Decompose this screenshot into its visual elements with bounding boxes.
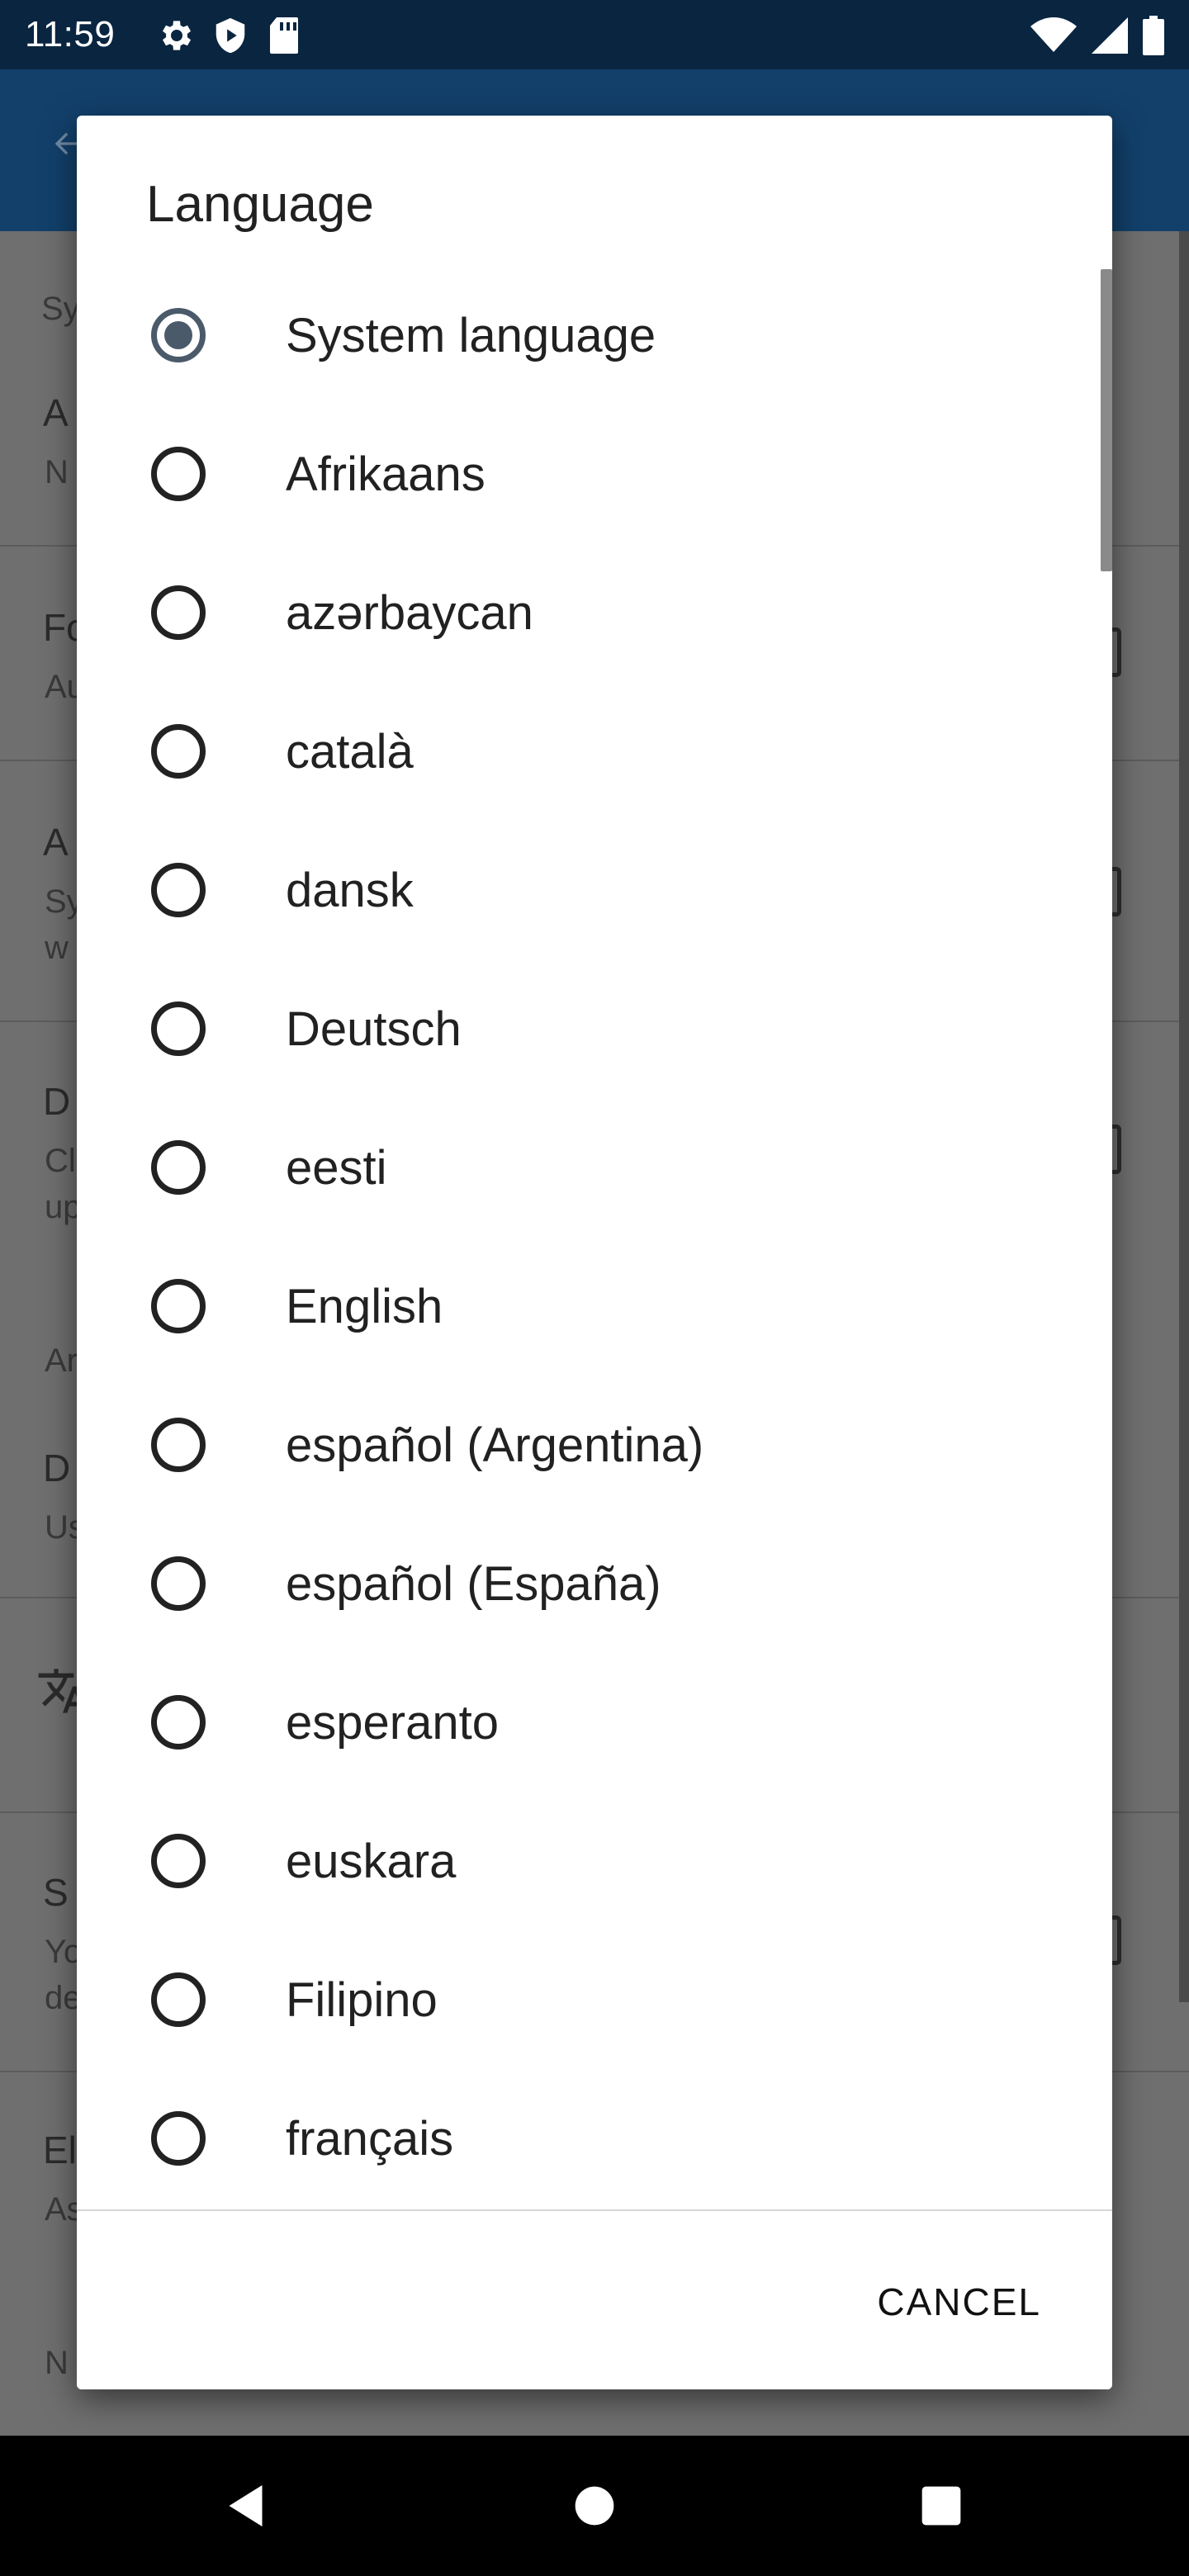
language-option-label: català — [286, 725, 414, 779]
background-scrollbar — [1179, 231, 1189, 2002]
language-option-catalan[interactable]: català — [77, 682, 1112, 821]
language-option-label: System language — [286, 309, 656, 362]
home-icon[interactable] — [537, 2436, 652, 2576]
radio-checked-icon[interactable] — [151, 308, 206, 362]
language-option-afrikaans[interactable]: Afrikaans — [77, 405, 1112, 543]
radio-unchecked-icon[interactable] — [151, 585, 206, 640]
bg-text: N — [45, 454, 69, 490]
bg-text: de — [45, 1980, 82, 2016]
radio-unchecked-icon[interactable] — [151, 863, 206, 917]
bg-text: El — [43, 2129, 77, 2171]
language-option-label: esperanto — [286, 1696, 499, 1750]
bg-text: S — [43, 1871, 69, 1914]
bg-text: up — [45, 1189, 82, 1225]
language-option-spanish-spain[interactable]: español (España) — [77, 1514, 1112, 1653]
settings-icon — [155, 16, 195, 55]
language-option-esperanto[interactable]: esperanto — [77, 1653, 1112, 1792]
battery-icon — [1143, 16, 1164, 55]
dialog-footer: CANCEL — [77, 2209, 1112, 2389]
radio-unchecked-icon[interactable] — [151, 1418, 206, 1472]
cancel-button[interactable]: CANCEL — [862, 2261, 1056, 2343]
radio-unchecked-icon[interactable] — [151, 1279, 206, 1333]
recents-icon[interactable] — [883, 2436, 999, 2576]
language-option-label: español (Argentina) — [286, 1418, 704, 1472]
wifi-icon — [1030, 17, 1077, 54]
bg-text: Sy — [41, 291, 80, 327]
radio-unchecked-icon[interactable] — [151, 2111, 206, 2166]
language-option-label: français — [286, 2112, 454, 2166]
language-option-label: Filipino — [286, 1973, 438, 2027]
back-icon[interactable] — [190, 2436, 306, 2576]
status-bar: 11:59 — [0, 0, 1189, 69]
language-option-label: azərbaycan — [286, 586, 533, 640]
language-option-label: English — [286, 1280, 443, 1333]
language-options-list[interactable]: System language Afrikaans azərbaycan cat… — [77, 266, 1112, 2325]
bg-text: A — [43, 391, 69, 434]
shield-icon — [211, 16, 249, 55]
sd-card-icon — [266, 16, 301, 55]
status-time: 11:59 — [25, 14, 116, 54]
bg-text: N — [45, 2345, 69, 2381]
bg-text: D — [43, 1447, 71, 1489]
status-system-icons — [1030, 13, 1164, 58]
radio-unchecked-icon[interactable] — [151, 1972, 206, 2027]
language-option-label: español (España) — [286, 1557, 661, 1611]
radio-unchecked-icon[interactable] — [151, 1834, 206, 1888]
language-option-label: dansk — [286, 864, 414, 917]
radio-unchecked-icon[interactable] — [151, 1140, 206, 1195]
dialog-scrollbar[interactable] — [1101, 269, 1112, 571]
language-option-english[interactable]: English — [77, 1237, 1112, 1376]
language-option-label: euskara — [286, 1835, 457, 1888]
language-option-danish[interactable]: dansk — [77, 821, 1112, 959]
language-option-basque[interactable]: euskara — [77, 1792, 1112, 1930]
bg-text: Ar — [45, 1342, 78, 1379]
language-option-azerbaijani[interactable]: azərbaycan — [77, 543, 1112, 682]
radio-unchecked-icon[interactable] — [151, 724, 206, 779]
language-option-system[interactable]: System language — [77, 266, 1112, 405]
radio-unchecked-icon[interactable] — [151, 1556, 206, 1611]
bg-text: w — [45, 930, 69, 966]
signal-icon — [1092, 17, 1128, 54]
radio-unchecked-icon[interactable] — [151, 447, 206, 501]
bg-text: A — [43, 821, 69, 864]
radio-unchecked-icon[interactable] — [151, 1002, 206, 1056]
language-dialog: Language System language Afrikaans azərb… — [77, 116, 1112, 2389]
language-option-filipino[interactable]: Filipino — [77, 1930, 1112, 2069]
navigation-bar — [0, 2436, 1189, 2576]
bg-text: Cl — [45, 1143, 76, 1179]
language-option-label: Deutsch — [286, 1002, 462, 1056]
language-option-german[interactable]: Deutsch — [77, 959, 1112, 1098]
language-option-french[interactable]: français — [77, 2069, 1112, 2208]
language-option-label: eesti — [286, 1141, 387, 1195]
language-option-label: Afrikaans — [286, 447, 486, 501]
language-option-spanish-argentina[interactable]: español (Argentina) — [77, 1376, 1112, 1514]
bg-text: D — [43, 1080, 71, 1123]
language-option-estonian[interactable]: eesti — [77, 1098, 1112, 1237]
radio-unchecked-icon[interactable] — [151, 1695, 206, 1750]
status-notification-icons — [155, 13, 301, 58]
dialog-title: Language — [146, 176, 374, 233]
